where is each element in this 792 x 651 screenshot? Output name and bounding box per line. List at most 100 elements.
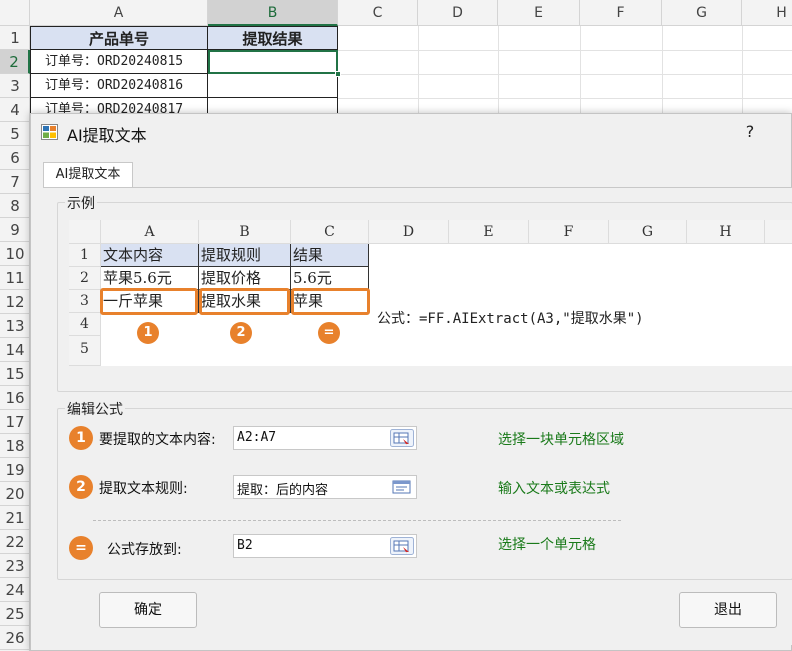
extract-rule-input[interactable]: 提取：后的内容 xyxy=(233,475,417,499)
example-badge-equals: = xyxy=(318,322,340,344)
cell-picker-icon[interactable] xyxy=(390,537,414,555)
row-header[interactable]: 9 xyxy=(0,218,30,242)
row-header[interactable]: 1 xyxy=(0,26,30,50)
row-header[interactable]: 3 xyxy=(0,74,30,98)
column-header-h[interactable]: H xyxy=(742,0,792,26)
cell-b1[interactable]: 提取结果 xyxy=(208,26,338,50)
row-header[interactable]: 5 xyxy=(0,122,30,146)
column-header-d[interactable]: D xyxy=(418,0,498,26)
step-badge-2: 2 xyxy=(69,475,93,499)
select-all-corner[interactable] xyxy=(0,0,30,26)
example-group-label: 示例 xyxy=(65,193,97,213)
row-header[interactable]: 24 xyxy=(0,578,30,602)
cell-a3[interactable]: 订单号：ORD20240816 xyxy=(30,74,208,98)
example-formula: 公式：=FF.AIExtract(A3,"提取水果") xyxy=(377,311,644,327)
column-header-g[interactable]: G xyxy=(662,0,742,26)
row-header[interactable]: 19 xyxy=(0,458,30,482)
dialog-title: AI提取文本 xyxy=(67,126,147,145)
example-cell: 苹果5.6元 xyxy=(101,267,199,290)
output-cell-input[interactable]: B2 xyxy=(233,534,417,558)
extract-rule-label: 提取文本规则: xyxy=(99,481,188,497)
example-corner xyxy=(69,220,101,244)
row-header[interactable]: 22 xyxy=(0,530,30,554)
column-header-b[interactable]: B xyxy=(208,0,338,26)
example-badge-2: 2 xyxy=(230,322,252,344)
edit-formula-group-label: 编辑公式 xyxy=(65,399,125,419)
column-header-c[interactable]: C xyxy=(338,0,418,26)
example-header-text: 文本内容 xyxy=(101,244,199,267)
example-row-header: 3 xyxy=(69,290,101,313)
cell-b3[interactable] xyxy=(208,74,338,98)
step-badge-1: 1 xyxy=(69,426,93,450)
row-header[interactable]: 18 xyxy=(0,434,30,458)
row-header[interactable]: 2 xyxy=(0,50,30,74)
example-highlight-result xyxy=(291,288,370,315)
example-column-e: E xyxy=(449,220,529,244)
tab-ai-extract[interactable]: AI提取文本 xyxy=(43,162,133,188)
text-range-label: 要提取的文本内容: xyxy=(99,432,216,448)
extract-rule-value: 提取：后的内容 xyxy=(237,483,329,498)
example-column-a: A xyxy=(101,220,199,244)
row-header[interactable]: 4 xyxy=(0,98,30,122)
output-cell-value: B2 xyxy=(237,538,253,553)
example-highlight-rule xyxy=(199,288,290,315)
example-column-d: D xyxy=(369,220,449,244)
output-cell-label: 公式存放到: xyxy=(107,542,182,558)
dialog-titlebar[interactable]: AI提取文本 ? xyxy=(31,114,791,150)
example-row-header: 5 xyxy=(69,336,101,366)
row-header[interactable]: 10 xyxy=(0,242,30,266)
example-badge-1: 1 xyxy=(137,322,159,344)
row-header[interactable]: 8 xyxy=(0,194,30,218)
row-header[interactable]: 15 xyxy=(0,362,30,386)
example-row-header: 1 xyxy=(69,244,101,267)
row-header[interactable]: 20 xyxy=(0,482,30,506)
example-header-rule: 提取规则 xyxy=(199,244,291,267)
output-cell-hint: 选择一个单元格 xyxy=(498,537,596,553)
row-header-column: 1 2 3 4 5 6 7 8 9 10 11 12 13 14 15 16 1… xyxy=(0,26,30,651)
text-range-value: A2:A7 xyxy=(237,430,277,445)
ai-extract-dialog: AI提取文本 ? AI提取文本 示例 A B C D E F G H 1 2 3… xyxy=(30,113,792,651)
cell-a2[interactable]: 订单号：ORD20240815 xyxy=(30,50,208,74)
range-picker-icon[interactable] xyxy=(390,429,414,447)
text-range-input[interactable]: A2:A7 xyxy=(233,426,417,450)
example-column-h: H xyxy=(687,220,765,244)
step-badge-equals: = xyxy=(69,536,93,560)
row-header[interactable]: 13 xyxy=(0,314,30,338)
ok-button[interactable]: 确定 xyxy=(99,592,197,628)
row-header[interactable]: 25 xyxy=(0,602,30,626)
row-header[interactable]: 14 xyxy=(0,338,30,362)
example-column-b: B xyxy=(199,220,291,244)
row-header[interactable]: 16 xyxy=(0,386,30,410)
expression-editor-icon[interactable] xyxy=(390,478,414,496)
example-column-c: C xyxy=(291,220,369,244)
example-column-f: F xyxy=(529,220,609,244)
example-header-result: 结果 xyxy=(291,244,369,267)
example-cell: 5.6元 xyxy=(291,267,369,290)
example-cell: 提取价格 xyxy=(199,267,291,290)
fill-handle[interactable] xyxy=(335,71,341,77)
section-divider xyxy=(93,520,621,521)
column-header-f[interactable]: F xyxy=(580,0,662,26)
cell-a1[interactable]: 产品单号 xyxy=(30,26,208,50)
row-header[interactable]: 23 xyxy=(0,554,30,578)
extract-rule-hint: 输入文本或表达式 xyxy=(498,481,610,497)
example-column-g: G xyxy=(609,220,687,244)
column-header-e[interactable]: E xyxy=(498,0,580,26)
example-highlight-text xyxy=(100,288,198,315)
app-logo-icon xyxy=(41,124,58,140)
row-header[interactable]: 11 xyxy=(0,266,30,290)
example-row-header: 4 xyxy=(69,313,101,336)
row-header[interactable]: 21 xyxy=(0,506,30,530)
exit-button[interactable]: 退出 xyxy=(679,592,777,628)
row-header[interactable]: 12 xyxy=(0,290,30,314)
active-cell-cursor xyxy=(208,50,338,74)
row-header[interactable]: 6 xyxy=(0,146,30,170)
example-sheet: A B C D E F G H 1 2 3 4 5 文本内容 提取规则 结果 苹… xyxy=(69,220,792,366)
column-header-a[interactable]: A xyxy=(30,0,208,26)
text-range-hint: 选择一块单元格区域 xyxy=(498,432,624,448)
row-header[interactable]: 26 xyxy=(0,626,30,650)
row-header[interactable]: 17 xyxy=(0,410,30,434)
help-button[interactable]: ? xyxy=(743,122,757,141)
example-row-header: 2 xyxy=(69,267,101,290)
row-header[interactable]: 7 xyxy=(0,170,30,194)
